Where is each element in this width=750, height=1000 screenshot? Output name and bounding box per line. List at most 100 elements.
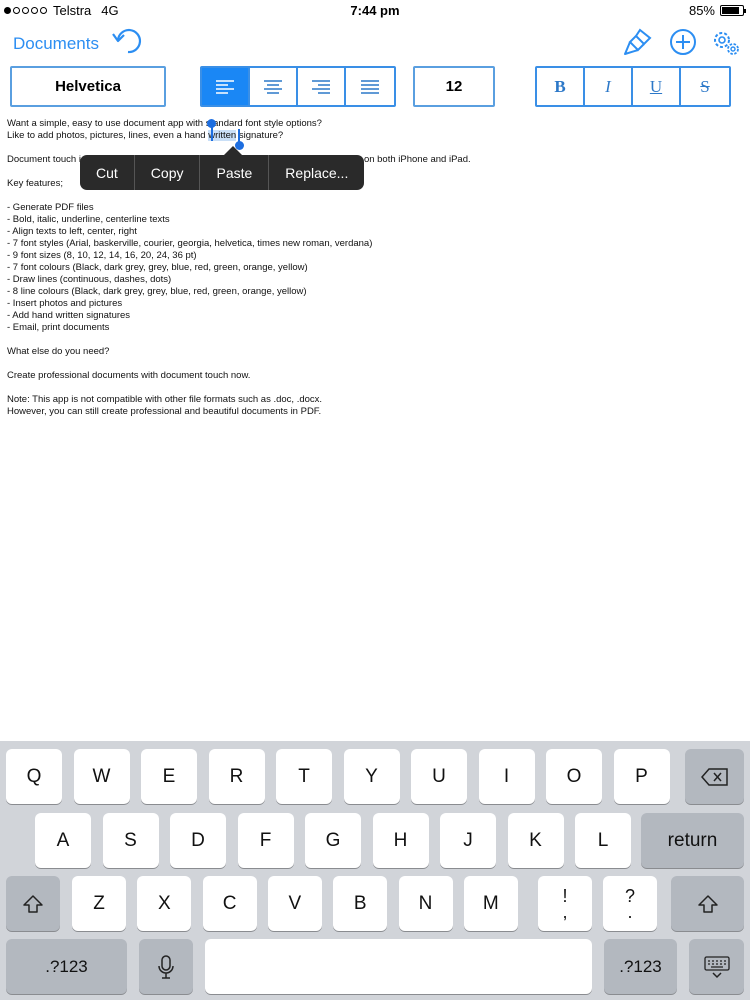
key-d[interactable]: D bbox=[170, 813, 226, 868]
keyboard: QWERTYUIOP ASDFGHJKL return ZXCVBNM !, ?… bbox=[0, 741, 750, 1000]
nav-bar: Documents bbox=[0, 22, 750, 62]
key-e[interactable]: E bbox=[141, 749, 197, 804]
align-right-button[interactable] bbox=[298, 68, 346, 105]
doc-line: Want a simple, easy to use document app … bbox=[7, 118, 322, 129]
undo-icon[interactable] bbox=[110, 26, 146, 58]
key-x[interactable]: X bbox=[137, 876, 192, 931]
key-o[interactable]: O bbox=[546, 749, 602, 804]
key-r[interactable]: R bbox=[208, 749, 265, 804]
backspace-icon bbox=[700, 767, 728, 786]
doc-line: - Align texts to left, center, right bbox=[7, 226, 137, 237]
key-n[interactable]: N bbox=[398, 876, 453, 931]
paste-menu-item[interactable]: Paste bbox=[200, 155, 270, 190]
strikethrough-button[interactable]: S bbox=[681, 68, 729, 105]
status-right: 85% bbox=[688, 3, 746, 18]
doc-line: - 8 line colours (Black, dark grey, grey… bbox=[7, 286, 307, 297]
key-v[interactable]: V bbox=[267, 876, 322, 931]
doc-line: Note: This app is not compatible with ot… bbox=[7, 394, 323, 405]
key-h[interactable]: H bbox=[372, 813, 429, 868]
font-size-button[interactable]: 12 bbox=[413, 66, 495, 107]
shift-left-key[interactable] bbox=[6, 876, 60, 931]
key-c[interactable]: C bbox=[202, 876, 257, 931]
battery-icon bbox=[720, 5, 746, 16]
copy-menu-item[interactable]: Copy bbox=[135, 155, 201, 190]
cut-menu-item[interactable]: Cut bbox=[80, 155, 135, 190]
doc-line: - 7 font styles (Arial, baskerville, cou… bbox=[7, 238, 373, 249]
doc-line: Like to add photos, pictures, lines, eve… bbox=[7, 130, 284, 141]
exclaim-comma-key[interactable]: !, bbox=[538, 876, 592, 931]
edit-menu-arrow bbox=[224, 146, 242, 155]
key-j[interactable]: J bbox=[440, 813, 496, 868]
doc-line bbox=[7, 358, 743, 370]
key-z[interactable]: Z bbox=[72, 876, 126, 931]
doc-line: - 7 font colours (Black, dark grey, grey… bbox=[7, 262, 308, 273]
key-a[interactable]: A bbox=[35, 813, 91, 868]
align-justify-button[interactable] bbox=[346, 68, 394, 105]
key-y[interactable]: Y bbox=[343, 749, 400, 804]
key-m[interactable]: M bbox=[463, 876, 518, 931]
doc-line: - Bold, italic, underline, centerline te… bbox=[7, 214, 170, 225]
status-time: 7:44 pm bbox=[350, 3, 400, 18]
shift-right-key[interactable] bbox=[671, 876, 744, 931]
shift-icon bbox=[697, 894, 718, 913]
key-l[interactable]: L bbox=[575, 813, 631, 868]
add-icon[interactable] bbox=[667, 26, 699, 58]
text-style-segment: B I U S bbox=[535, 66, 731, 107]
align-left-icon bbox=[216, 79, 234, 94]
align-center-button[interactable] bbox=[250, 68, 298, 105]
battery-percent: 85% bbox=[688, 3, 715, 18]
key-s[interactable]: S bbox=[102, 813, 159, 868]
align-left-button[interactable] bbox=[202, 68, 250, 105]
doc-line bbox=[7, 334, 743, 346]
align-justify-icon bbox=[361, 79, 379, 94]
dictation-key[interactable] bbox=[139, 939, 193, 994]
font-name-button[interactable]: Helvetica bbox=[10, 66, 166, 107]
doc-lines: Key features; - Generate PDF files - Bold… bbox=[7, 178, 743, 418]
numbers-key-left[interactable]: .?123 bbox=[6, 939, 127, 994]
replace-menu-item[interactable]: Replace... bbox=[269, 155, 364, 190]
key-t[interactable]: T bbox=[276, 749, 332, 804]
doc-line: - 9 font sizes (8, 10, 12, 14, 16, 20, 2… bbox=[7, 250, 197, 261]
question-period-key[interactable]: ?. bbox=[603, 876, 657, 931]
shift-icon bbox=[23, 894, 43, 913]
settings-icon[interactable] bbox=[710, 26, 742, 58]
doc-line: What else do you need? bbox=[7, 346, 110, 357]
key-i[interactable]: I bbox=[478, 749, 535, 804]
key-u[interactable]: U bbox=[411, 749, 467, 804]
microphone-icon bbox=[158, 954, 174, 979]
doc-line: - Insert photos and pictures bbox=[7, 298, 123, 309]
doc-line: However, you can still create profession… bbox=[7, 406, 322, 417]
key-g[interactable]: G bbox=[305, 813, 361, 868]
doc-line: - Generate PDF files bbox=[7, 202, 94, 213]
align-right-icon bbox=[312, 79, 330, 94]
status-bar: Telstra 4G 7:44 pm 85% bbox=[0, 0, 750, 22]
doc-line bbox=[7, 382, 743, 394]
doc-line: Create professional documents with docum… bbox=[7, 370, 251, 381]
underline-button[interactable]: U bbox=[633, 68, 681, 105]
brush-icon[interactable] bbox=[622, 26, 654, 58]
documents-back-button[interactable]: Documents bbox=[13, 34, 99, 54]
bold-button[interactable]: B bbox=[537, 68, 585, 105]
doc-line bbox=[7, 142, 743, 154]
key-f[interactable]: F bbox=[237, 813, 294, 868]
selection-start-bar bbox=[211, 127, 213, 141]
key-p[interactable]: P bbox=[613, 749, 670, 804]
format-toolbar: Helvetica 12 B I U S bbox=[0, 66, 750, 110]
alignment-segment bbox=[200, 66, 396, 107]
key-k[interactable]: K bbox=[507, 813, 564, 868]
return-key[interactable]: return bbox=[641, 813, 744, 868]
doc-line: - Add hand written signatures bbox=[7, 310, 131, 321]
doc-line bbox=[7, 190, 743, 202]
key-b[interactable]: B bbox=[333, 876, 388, 931]
hide-keyboard-key[interactable] bbox=[689, 939, 744, 994]
doc-line: - Draw lines (continuous, dashes, dots) bbox=[7, 274, 172, 285]
italic-button[interactable]: I bbox=[585, 68, 633, 105]
key-q[interactable]: Q bbox=[6, 749, 62, 804]
space-key[interactable] bbox=[205, 939, 592, 994]
key-w[interactable]: W bbox=[73, 749, 130, 804]
backspace-key[interactable] bbox=[685, 749, 744, 804]
align-center-icon bbox=[264, 79, 282, 94]
doc-line: - Email, print documents bbox=[7, 322, 110, 333]
keyboard-hide-icon bbox=[703, 955, 730, 978]
numbers-key-right[interactable]: .?123 bbox=[604, 939, 677, 994]
